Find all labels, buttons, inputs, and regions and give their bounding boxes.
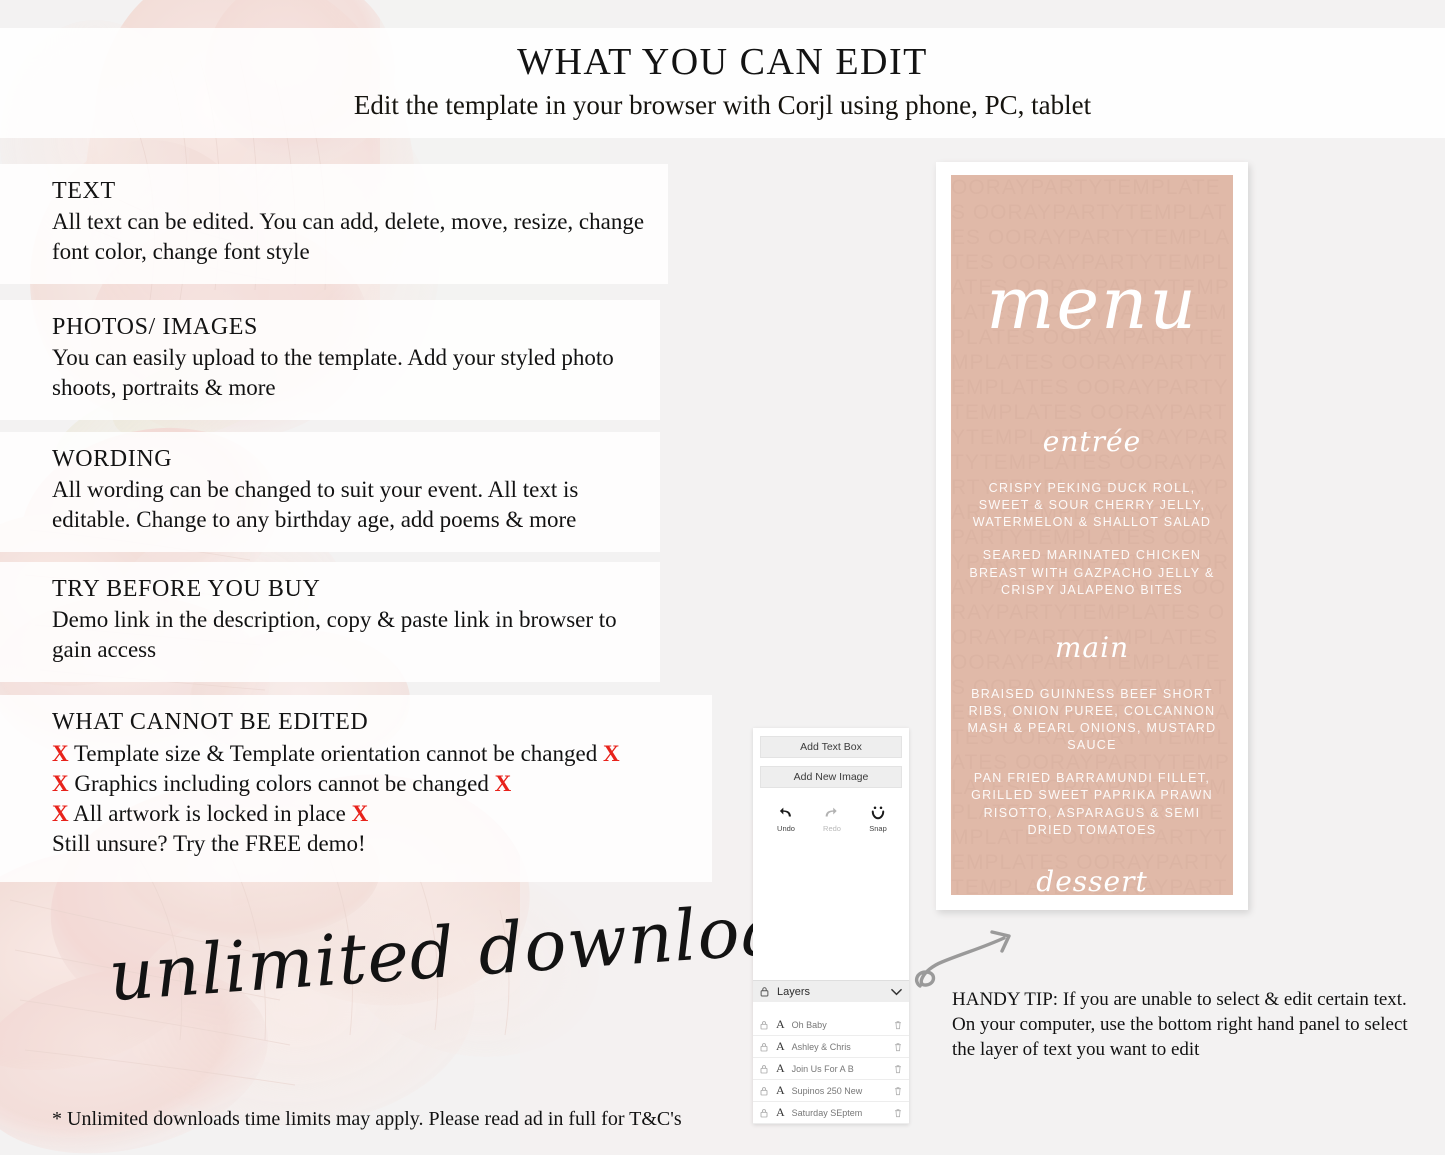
handy-tip-text: HANDY TIP: If you are unable to select &… [952, 989, 1408, 1061]
menu-dish: SEARED MARINATED CHICKEN BREAST WITH GAZ… [969, 548, 1215, 597]
trash-icon[interactable] [894, 1108, 902, 1118]
layer-row[interactable]: A Oh Baby [753, 1014, 909, 1036]
x-mark-icon: X [52, 801, 69, 827]
cannot-edit-item: X All artwork is locked in place X [52, 799, 712, 829]
cannot-edit-item: X Template size & Template orientation c… [52, 739, 712, 769]
feature-heading: WORDING [52, 446, 173, 472]
undo-label: Undo [777, 824, 795, 833]
layer-row[interactable]: A Saturday SEptem [753, 1102, 909, 1124]
menu-section-heading-entree: entrée [1042, 425, 1142, 458]
x-mark-icon: X [494, 771, 512, 797]
lock-icon[interactable] [760, 1086, 768, 1096]
text-layer-icon: A [776, 1039, 785, 1053]
feature-body: Demo link in the description, copy & pas… [52, 607, 617, 663]
redo-icon [825, 807, 837, 817]
menu-card-title: menu [986, 261, 1198, 345]
snap-label: Snap [869, 824, 887, 833]
text-layer-icon: A [776, 1017, 785, 1031]
trash-icon[interactable] [894, 1020, 902, 1030]
layer-name: Oh Baby [791, 1019, 827, 1030]
layers-panel-header[interactable]: Layers [753, 980, 909, 1002]
layer-name: Join Us For A B [791, 1063, 854, 1074]
snap-icon [871, 806, 885, 820]
feature-heading: TEXT [52, 178, 116, 204]
snap-button[interactable]: Snap [863, 804, 893, 833]
feature-body: All text can be edited. You can add, del… [52, 209, 645, 265]
cannot-edit-closing: Still unsure? Try the FREE demo! [52, 831, 366, 857]
x-mark-icon: X [351, 801, 369, 827]
add-text-box-button[interactable]: Add Text Box [760, 736, 902, 758]
menu-dish: BRAISED GUINNESS BEEF SHORT RIBS, ONION … [967, 686, 1217, 753]
layers-panel-title: Layers [777, 985, 811, 998]
lock-icon[interactable] [760, 1108, 768, 1118]
undo-icon [779, 807, 791, 817]
cannot-edit-heading: WHAT CANNOT BE EDITED [52, 709, 369, 735]
trash-icon[interactable] [894, 1042, 902, 1052]
layer-name: Ashley & Chris [791, 1041, 851, 1052]
cannot-edit-item-label: All artwork is locked in place [73, 801, 346, 827]
menu-section-heading-main: main [1054, 630, 1130, 664]
lock-icon[interactable] [760, 1064, 768, 1074]
menu-dish: CRISPY PEKING DUCK ROLL, SWEET & SOUR CH… [972, 481, 1212, 530]
chevron-down-icon[interactable] [891, 988, 902, 996]
text-layer-icon: A [776, 1083, 785, 1097]
redo-label: Redo [823, 824, 841, 833]
layer-row[interactable]: A Ashley & Chris [753, 1036, 909, 1058]
layers-list: A Oh Baby A Ashley & Chris A Join Us For A BA… [753, 1014, 909, 1124]
feature-heading: TRY BEFORE YOU BUY [52, 576, 321, 602]
x-mark-icon: X [52, 771, 69, 797]
cannot-edit-item-label: Template size & Template orientation can… [73, 741, 598, 766]
redo-button[interactable]: Redo [817, 804, 847, 833]
layer-name: Supinos 250 New [791, 1085, 863, 1096]
x-mark-icon: X [602, 741, 620, 766]
feature-block-photos: PHOTOS/ IMAGES You can easily upload to … [0, 300, 660, 420]
menu-section-heading-dessert: dessert [1036, 864, 1148, 895]
text-layer-icon: A [776, 1105, 785, 1119]
trash-icon[interactable] [894, 1064, 902, 1074]
curly-arrow-icon [914, 930, 1011, 988]
lock-icon [760, 987, 769, 997]
cannot-edit-item: X Graphics including colors cannot be ch… [52, 769, 712, 799]
corjl-editor-panel: Add Text Box Add New Image Undo Redo Sna… [753, 728, 909, 1124]
text-layer-icon: A [776, 1061, 785, 1075]
lock-icon[interactable] [760, 1042, 768, 1052]
menu-card-content: menu entrée CRISPY PEKING DUCK ROLL, SWE… [951, 175, 1233, 895]
menu-dish: PAN FRIED BARRAMUNDI FILLET, GRILLED SWE… [971, 771, 1213, 837]
x-mark-icon: X [52, 741, 69, 766]
feature-body: You can easily upload to the template. A… [52, 345, 614, 401]
feature-block-try-before-you-buy: TRY BEFORE YOU BUY Demo link in the desc… [0, 562, 660, 682]
trash-icon[interactable] [894, 1086, 902, 1096]
add-new-image-button[interactable]: Add New Image [760, 766, 902, 788]
page-root: WHAT YOU CAN EDIT Edit the template in y… [0, 0, 1445, 1155]
layer-row[interactable]: A Supinos 250 New [753, 1080, 909, 1102]
feature-block-text: TEXT All text can be edited. You can add… [0, 164, 668, 284]
feature-heading: PHOTOS/ IMAGES [52, 314, 258, 340]
page-title: WHAT YOU CAN EDIT [517, 41, 928, 83]
menu-card: OORAYPARTYTEMPLATES OORAYPARTYTEMPLATES … [951, 175, 1233, 895]
layer-name: Saturday SEptem [791, 1107, 863, 1118]
page-subtitle: Edit the template in your browser with C… [353, 90, 1092, 120]
lock-icon[interactable] [760, 1020, 768, 1030]
feature-block-cannot-edit: WHAT CANNOT BE EDITED X Template size & … [0, 695, 712, 882]
cannot-edit-item-label: Graphics including colors cannot be chan… [74, 771, 489, 797]
feature-body: All wording can be changed to suit your … [52, 477, 579, 533]
footnote-disclaimer: * Unlimited downloads time limits may ap… [52, 1108, 682, 1130]
undo-button[interactable]: Undo [771, 804, 801, 833]
editor-toolbar: Undo Redo Snap [753, 788, 909, 833]
layer-row[interactable]: A Join Us For A B [753, 1058, 909, 1080]
feature-block-wording: WORDING All wording can be changed to su… [0, 432, 660, 552]
